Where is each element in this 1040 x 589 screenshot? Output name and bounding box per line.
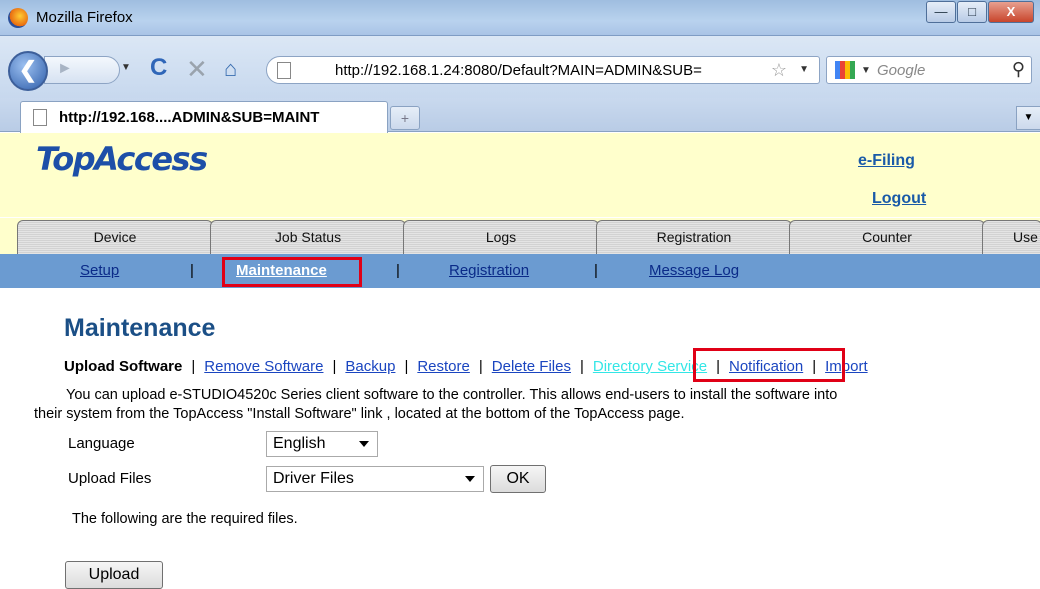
- search-placeholder[interactable]: Google: [877, 62, 925, 79]
- upload-files-label: Upload Files: [68, 470, 152, 487]
- url-text[interactable]: http://192.168.1.24:8080/Default?MAIN=AD…: [335, 62, 702, 79]
- forward-arrow-icon: ►: [57, 60, 73, 77]
- subnav-separator: |: [594, 262, 598, 279]
- window-controls: — □ X: [925, 1, 1034, 23]
- topaccess-logo: TopAccess: [36, 140, 208, 178]
- upload-description: You can upload e-STUDIO4520c Series clie…: [34, 386, 1034, 424]
- ok-button[interactable]: OK: [490, 465, 546, 493]
- url-bar[interactable]: http://192.168.1.24:8080/Default?MAIN=AD…: [266, 56, 820, 84]
- directory-service-highlight-box: [693, 348, 845, 382]
- subnav-message-log[interactable]: Message Log: [649, 262, 739, 279]
- menu-directory-service[interactable]: Directory Service: [593, 358, 707, 375]
- search-icon[interactable]: ⚲: [1012, 59, 1025, 80]
- maximize-button[interactable]: □: [957, 1, 987, 23]
- tab-registration[interactable]: Registration: [596, 220, 792, 254]
- tab-page-icon: [33, 109, 47, 126]
- menu-separator: |: [478, 358, 483, 375]
- language-label: Language: [68, 435, 135, 452]
- tab-list-icon[interactable]: ▼: [1016, 106, 1040, 130]
- subnav-separator: |: [190, 262, 194, 279]
- tab-label[interactable]: http://192.168....ADMIN&SUB=MAINT: [59, 109, 319, 126]
- search-engine-dropdown-icon[interactable]: ▼: [861, 65, 871, 76]
- required-files-text: The following are the required files.: [72, 511, 298, 527]
- efiling-link[interactable]: e-Filing: [858, 152, 915, 170]
- bookmark-star-icon[interactable]: ☆: [771, 60, 787, 81]
- history-dropdown-icon[interactable]: ▼: [121, 62, 131, 73]
- upload-files-select-value: Driver Files: [273, 470, 354, 487]
- language-select[interactable]: English: [266, 431, 378, 457]
- menu-separator: |: [404, 358, 409, 375]
- google-icon[interactable]: [835, 61, 855, 79]
- back-button[interactable]: ❮: [8, 51, 48, 91]
- subnav-separator: |: [396, 262, 400, 279]
- maintenance-highlight-box: [222, 257, 362, 287]
- tab-user-management[interactable]: Use: [982, 220, 1040, 254]
- description-line-2: their system from the TopAccess "Install…: [34, 406, 685, 422]
- menu-separator: |: [332, 358, 337, 375]
- tab-logs[interactable]: Logs: [403, 220, 599, 254]
- subnav-registration[interactable]: Registration: [449, 262, 529, 279]
- stop-icon[interactable]: ✕: [186, 54, 208, 85]
- menu-backup[interactable]: Backup: [345, 358, 395, 375]
- menu-delete-files[interactable]: Delete Files: [492, 358, 571, 375]
- firefox-icon: [8, 8, 28, 28]
- tab-counter[interactable]: Counter: [789, 220, 985, 254]
- menu-separator: |: [191, 358, 196, 375]
- close-button[interactable]: X: [988, 1, 1034, 23]
- back-arrow-icon: ❮: [18, 57, 38, 82]
- page-icon: [277, 62, 291, 79]
- menu-remove-software[interactable]: Remove Software: [204, 358, 323, 375]
- page-title: Maintenance: [64, 314, 216, 342]
- tab-job-status[interactable]: Job Status: [210, 220, 406, 254]
- dropdown-arrow-icon: [359, 441, 369, 447]
- menu-separator: |: [579, 358, 584, 375]
- subnav-setup[interactable]: Setup: [80, 262, 119, 279]
- upload-button[interactable]: Upload: [65, 561, 163, 589]
- reload-icon[interactable]: C: [150, 54, 167, 82]
- forward-button[interactable]: ► ▼: [44, 56, 131, 84]
- browser-tab[interactable]: http://192.168....ADMIN&SUB=MAINT: [20, 101, 388, 133]
- window-title: Mozilla Firefox: [36, 9, 133, 26]
- tab-device[interactable]: Device: [17, 220, 213, 254]
- dropdown-arrow-icon: [465, 476, 475, 482]
- search-box[interactable]: ▼ Google ⚲: [826, 56, 1032, 84]
- menu-restore[interactable]: Restore: [417, 358, 470, 375]
- language-select-value: English: [273, 435, 326, 452]
- minimize-button[interactable]: —: [926, 1, 956, 23]
- upload-files-select[interactable]: Driver Files: [266, 466, 484, 492]
- logout-link[interactable]: Logout: [872, 190, 926, 208]
- url-dropdown-icon[interactable]: ▼: [799, 64, 809, 75]
- window-title-bar: Mozilla Firefox — □ X: [0, 0, 1040, 36]
- description-line-1: You can upload e-STUDIO4520c Series clie…: [66, 387, 838, 403]
- menu-upload-software: Upload Software: [64, 358, 183, 375]
- home-icon[interactable]: ⌂: [224, 56, 237, 82]
- new-tab-button[interactable]: +: [390, 106, 420, 130]
